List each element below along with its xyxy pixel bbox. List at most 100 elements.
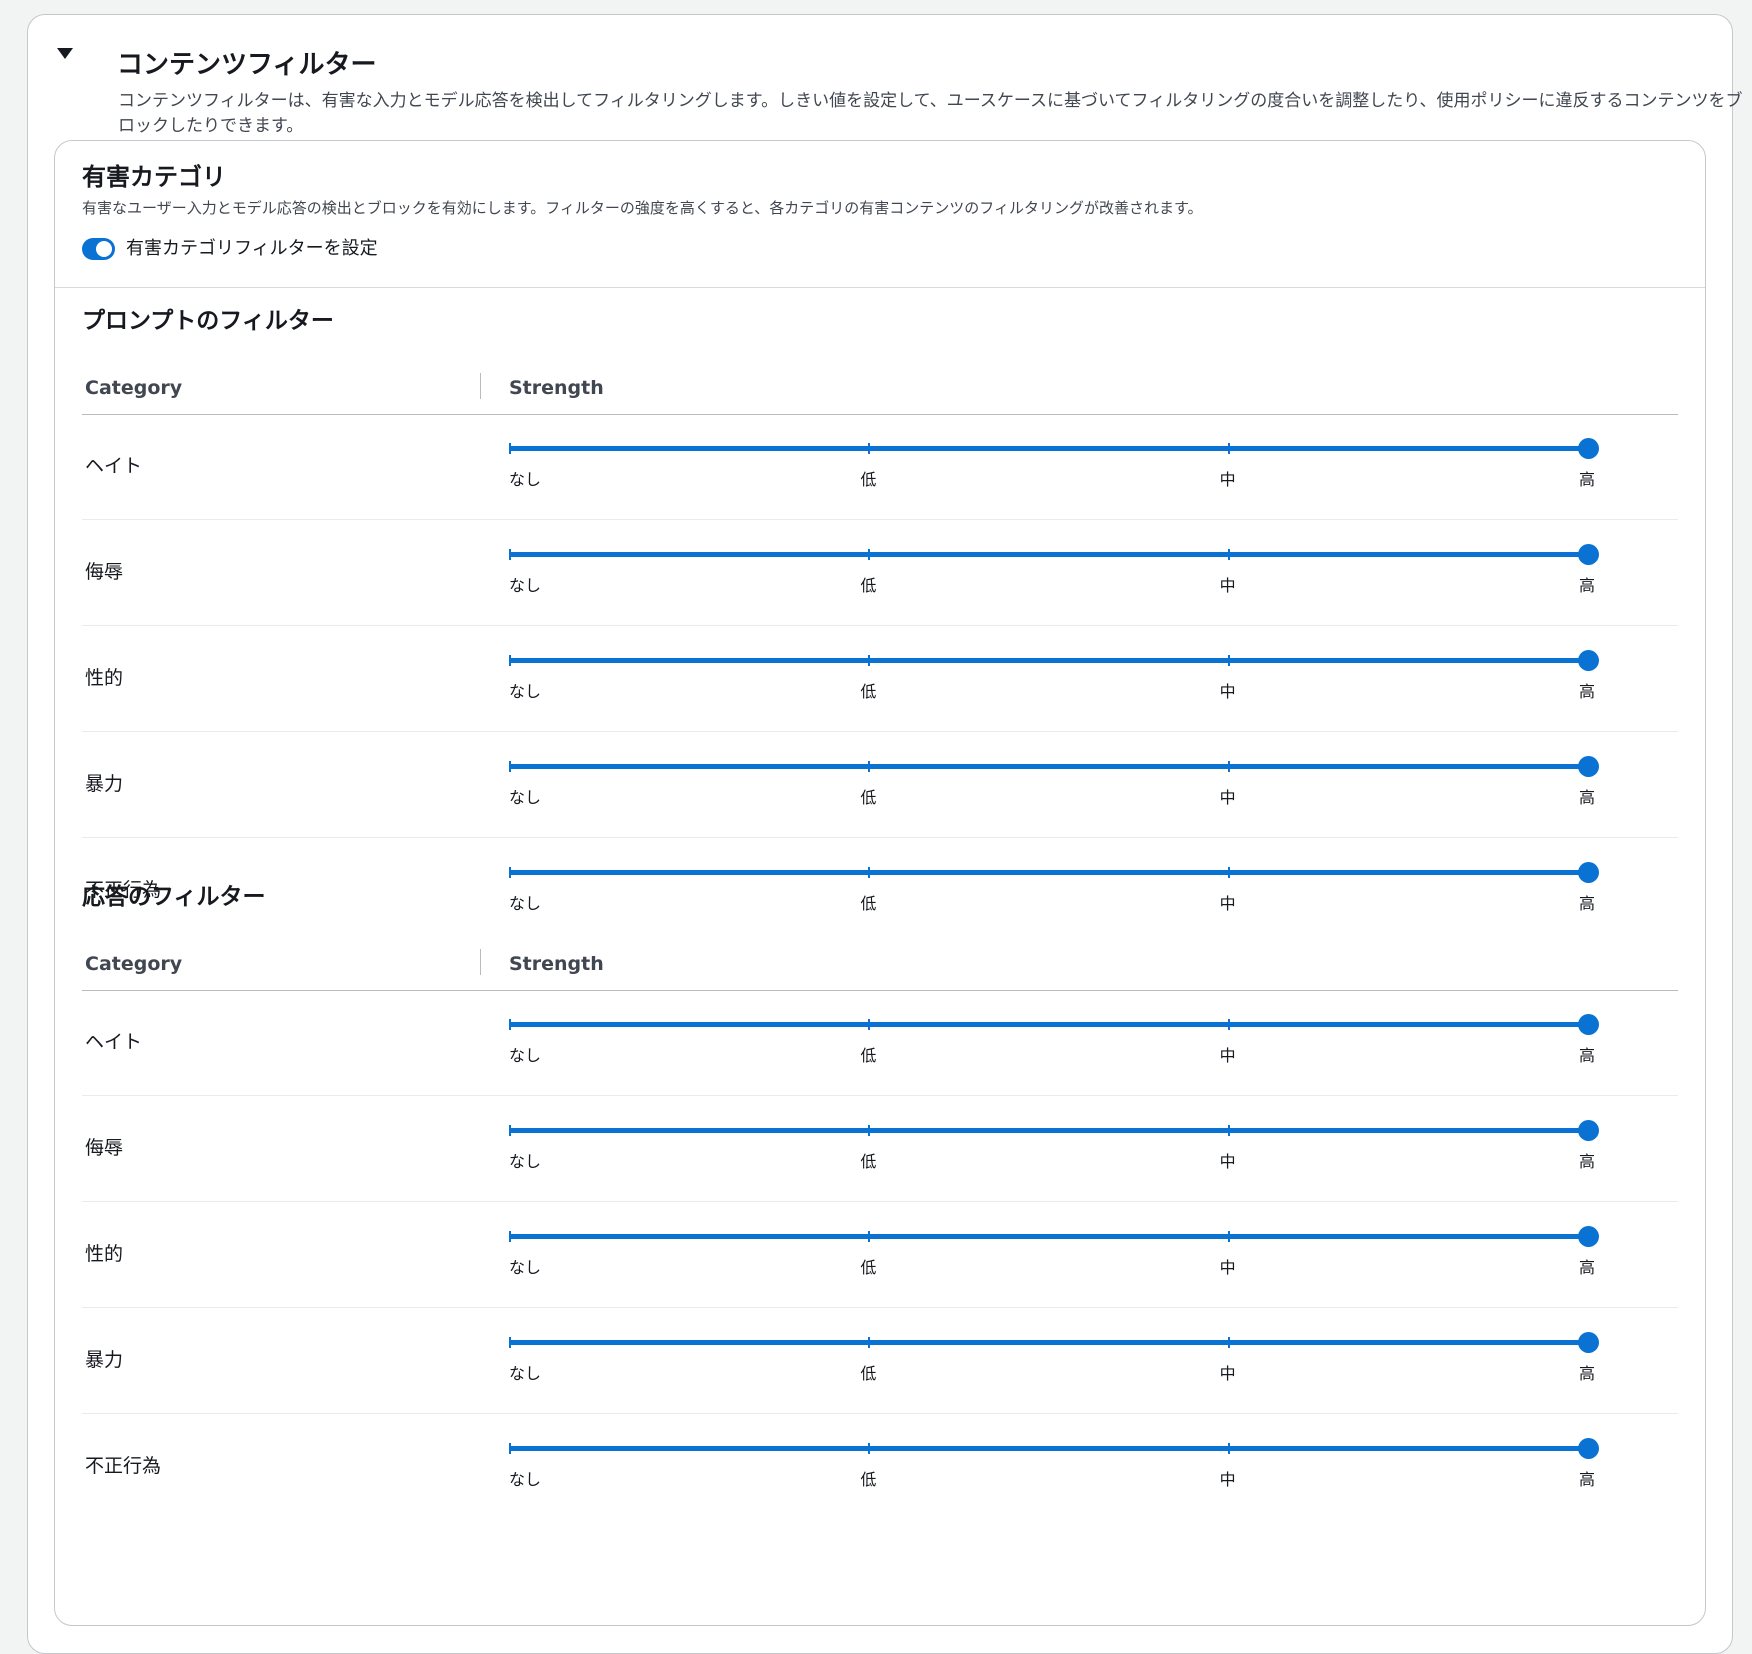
filter-row: 性的 なし 低 中 高 xyxy=(82,1202,1678,1308)
slider-tick-label: なし xyxy=(509,1046,542,1065)
slider-track xyxy=(509,1234,1589,1239)
slider-tick xyxy=(1227,549,1230,560)
slider-track xyxy=(509,1340,1589,1345)
slider-thumb[interactable] xyxy=(1578,1226,1599,1247)
slider-tick-label: 高 xyxy=(1579,1152,1596,1171)
column-header-category: Category xyxy=(85,377,183,399)
slider-tick xyxy=(509,443,511,454)
slider-tick xyxy=(868,549,871,560)
slider-tick-label: 高 xyxy=(1579,1258,1596,1277)
slider-tick-label: 高 xyxy=(1579,576,1596,595)
slider-tick xyxy=(1227,655,1230,666)
slider-tick xyxy=(509,1443,511,1454)
strength-slider[interactable]: なし 低 中 高 xyxy=(509,1438,1599,1500)
slider-thumb[interactable] xyxy=(1578,756,1599,777)
filter-category-label: 暴力 xyxy=(85,1349,124,1371)
column-divider[interactable] xyxy=(480,373,481,399)
slider-tick-label: 中 xyxy=(1219,1258,1236,1277)
filter-row: ヘイト なし 低 中 高 xyxy=(82,990,1678,1096)
filter-row: 暴力 なし 低 中 高 xyxy=(82,732,1678,838)
slider-thumb[interactable] xyxy=(1578,1014,1599,1035)
column-header-strength: Strength xyxy=(509,953,604,975)
slider-thumb[interactable] xyxy=(1578,544,1599,565)
slider-tick xyxy=(509,1019,511,1030)
response-filters-title: 応答のフィルター xyxy=(82,884,266,910)
strength-slider[interactable]: なし 低 中 高 xyxy=(509,1014,1599,1076)
slider-thumb[interactable] xyxy=(1578,862,1599,883)
filter-row: 性的 なし 低 中 高 xyxy=(82,626,1678,732)
filter-category-label: 暴力 xyxy=(85,773,124,795)
strength-slider[interactable]: なし 低 中 高 xyxy=(509,1120,1599,1182)
slider-track xyxy=(509,552,1589,557)
slider-tick xyxy=(1227,1125,1230,1136)
harmful-filter-toggle-row: 有害カテゴリフィルターを設定 xyxy=(82,236,378,262)
column-divider[interactable] xyxy=(480,949,481,975)
slider-tick-label: 低 xyxy=(860,788,877,807)
slider-track xyxy=(509,1128,1589,1133)
slider-tick xyxy=(509,1337,511,1348)
filter-row: 暴力 なし 低 中 高 xyxy=(82,1308,1678,1414)
harmful-categories-description: 有害なユーザー入力とモデル応答の検出とブロックを有効にします。フィルターの強度を… xyxy=(82,199,1203,217)
slider-track xyxy=(509,764,1589,769)
harmful-categories-title: 有害カテゴリ xyxy=(82,163,226,191)
slider-tick xyxy=(868,867,871,878)
filter-row: ヘイト なし 低 中 高 xyxy=(82,414,1678,520)
slider-tick-label: 高 xyxy=(1579,1046,1596,1065)
slider-tick-label: 低 xyxy=(860,576,877,595)
filter-category-label: ヘイト xyxy=(85,1031,143,1053)
slider-tick-label: なし xyxy=(509,470,542,489)
prompt-filter-rows: ヘイト なし低中高侮辱 なし低中高性的 なし低中高暴力 なし低中高不正行為 なし低中高 xyxy=(82,414,1678,943)
slider-tick xyxy=(509,1231,511,1242)
slider-tick-label: 中 xyxy=(1219,470,1236,489)
strength-slider[interactable]: なし 低 中 高 xyxy=(509,1332,1599,1394)
slider-tick xyxy=(509,1125,511,1136)
slider-tick-label: 低 xyxy=(860,470,877,489)
slider-tick-label: 中 xyxy=(1219,682,1236,701)
slider-tick xyxy=(868,655,871,666)
slider-thumb[interactable] xyxy=(1578,438,1599,459)
strength-slider[interactable]: なし 低 中 高 xyxy=(509,544,1599,606)
slider-tick-label: 中 xyxy=(1219,1470,1236,1489)
strength-slider[interactable]: なし 低 中 高 xyxy=(509,1226,1599,1288)
filter-row: 不正行為 なし 低 中 高 xyxy=(82,1414,1678,1519)
slider-track xyxy=(509,658,1589,663)
slider-tick xyxy=(868,1231,871,1242)
toggle-knob xyxy=(96,241,112,257)
slider-tick xyxy=(1227,1443,1230,1454)
slider-tick-label: 中 xyxy=(1219,788,1236,807)
harmful-categories-header: 有害カテゴリ 有害なユーザー入力とモデル応答の検出とブロックを有効にします。フィ… xyxy=(55,141,1705,288)
strength-slider[interactable]: なし 低 中 高 xyxy=(509,650,1599,712)
section-description: コンテンツフィルターは、有害な入力とモデル応答を検出してフィルタリングします。し… xyxy=(118,91,1743,136)
slider-tick-label: 高 xyxy=(1579,1364,1596,1383)
filter-row: 侮辱 なし 低 中 高 xyxy=(82,1096,1678,1202)
slider-tick xyxy=(1227,443,1230,454)
slider-thumb[interactable] xyxy=(1578,1120,1599,1141)
prompt-table-header: Category Strength xyxy=(82,366,1678,415)
slider-thumb[interactable] xyxy=(1578,650,1599,671)
slider-tick-label: なし xyxy=(509,682,542,701)
slider-tick-label: なし xyxy=(509,1470,542,1489)
response-filter-rows: ヘイト なし低中高侮辱 なし低中高性的 なし低中高暴力 なし低中高不正行為 なし低中高 xyxy=(82,990,1678,1519)
filter-category-label: 侮辱 xyxy=(85,561,124,583)
slider-thumb[interactable] xyxy=(1578,1438,1599,1459)
slider-tick xyxy=(1227,1337,1230,1348)
harmful-filter-toggle[interactable] xyxy=(82,238,115,260)
slider-track xyxy=(509,1022,1589,1027)
strength-slider[interactable]: なし 低 中 高 xyxy=(509,438,1599,500)
slider-tick-label: 低 xyxy=(860,1258,877,1277)
prompt-filters-group: プロンプトのフィルター Category Strength ヘイト なし低中高侮辱… xyxy=(82,306,1678,913)
slider-tick-label: 高 xyxy=(1579,1470,1596,1489)
content-filter-container: コンテンツフィルター コンテンツフィルターは、有害な入力とモデル応答を検出してフ… xyxy=(27,14,1743,1654)
slider-thumb[interactable] xyxy=(1578,1332,1599,1353)
slider-track xyxy=(509,1446,1589,1451)
filter-category-label: ヘイト xyxy=(85,455,143,477)
strength-slider[interactable]: なし 低 中 高 xyxy=(509,756,1599,818)
caret-down-icon[interactable] xyxy=(57,48,73,59)
slider-tick-label: 中 xyxy=(1219,1046,1236,1065)
filter-category-label: 侮辱 xyxy=(85,1137,124,1159)
slider-tick xyxy=(509,549,511,560)
filter-category-label: 性的 xyxy=(85,667,124,689)
section-title[interactable]: コンテンツフィルター xyxy=(117,49,376,81)
slider-tick-label: 高 xyxy=(1579,470,1596,489)
slider-tick xyxy=(1227,761,1230,772)
